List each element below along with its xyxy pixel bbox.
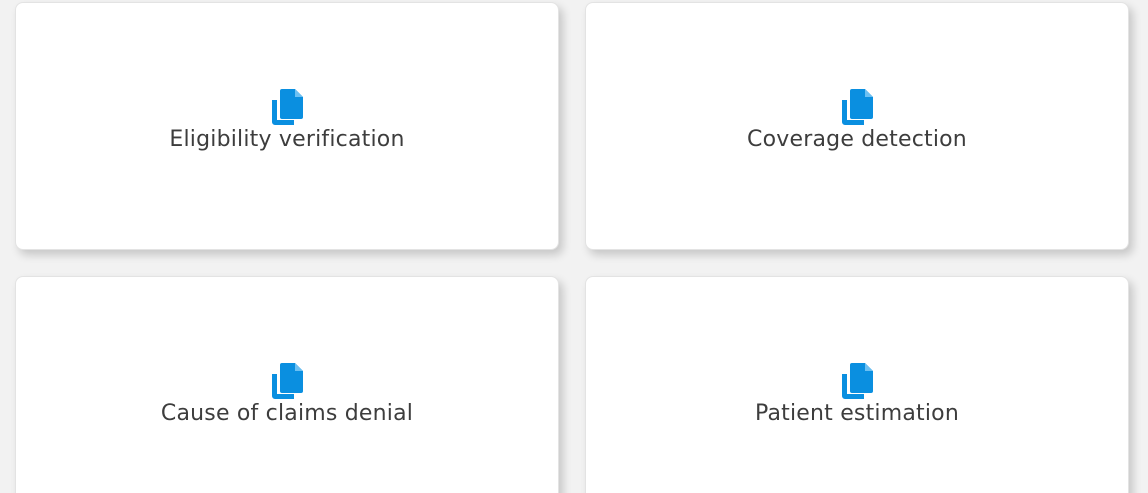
copy-documents-icon xyxy=(270,88,304,126)
copy-documents-icon xyxy=(840,362,874,400)
card-label: Coverage detection xyxy=(747,127,967,152)
card-label: Patient estimation xyxy=(755,401,959,426)
card-content: Patient estimation xyxy=(586,362,1128,426)
card-content: Eligibility verification xyxy=(16,88,558,152)
card-eligibility-verification[interactable]: Eligibility verification xyxy=(15,2,559,250)
card-cause-of-claims-denial[interactable]: Cause of claims denial xyxy=(15,276,559,493)
service-card-grid: Eligibility verification Coverage detect… xyxy=(0,0,1148,493)
card-patient-estimation[interactable]: Patient estimation xyxy=(585,276,1129,493)
card-label: Eligibility verification xyxy=(169,127,405,152)
copy-documents-icon xyxy=(840,88,874,126)
card-content: Cause of claims denial xyxy=(16,362,558,426)
card-content: Coverage detection xyxy=(586,88,1128,152)
card-label: Cause of claims denial xyxy=(160,401,414,426)
copy-documents-icon xyxy=(270,362,304,400)
card-coverage-detection[interactable]: Coverage detection xyxy=(585,2,1129,250)
